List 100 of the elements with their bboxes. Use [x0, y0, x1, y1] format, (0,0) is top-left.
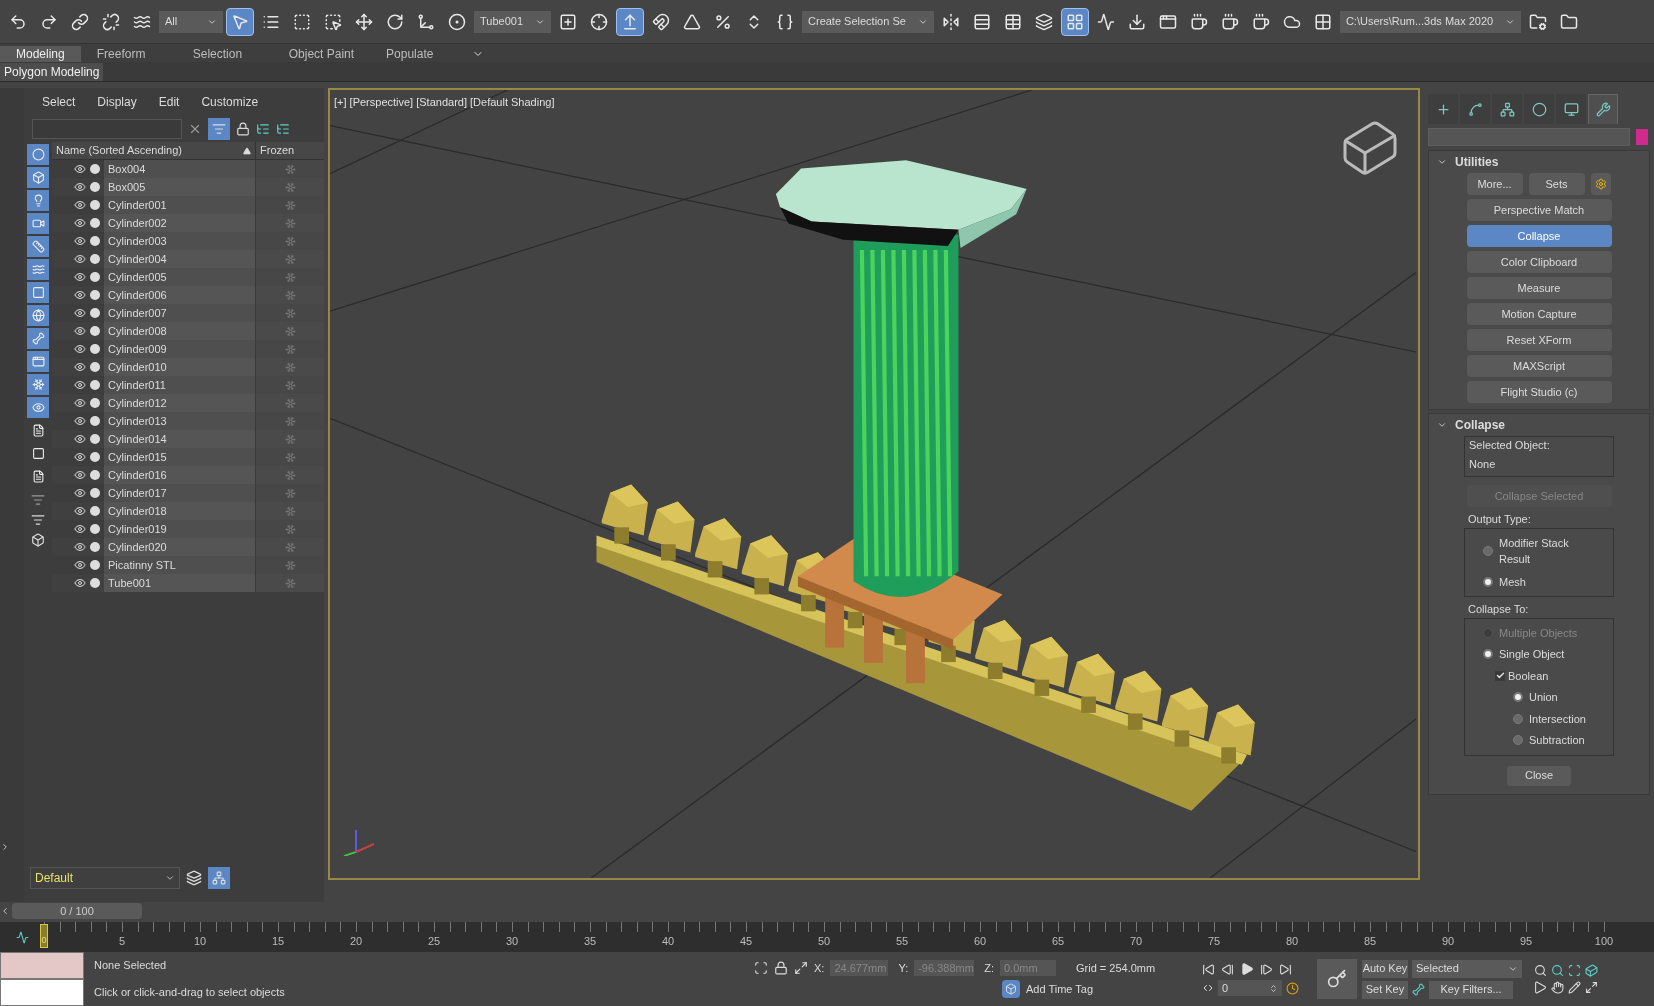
checkbox[interactable]	[1495, 670, 1505, 681]
menu-item[interactable]: Display	[97, 93, 137, 111]
radio-button[interactable]	[1483, 546, 1493, 556]
panel-tab[interactable]	[1492, 94, 1522, 124]
table-cell[interactable]: Cylinder012	[104, 394, 256, 412]
filter-toggle[interactable]	[27, 328, 49, 349]
go-to-end-icon[interactable]	[1279, 962, 1292, 976]
utility-button[interactable]: Measure	[1466, 277, 1612, 299]
table-cell[interactable]: Cylinder013	[104, 412, 256, 430]
eye-icon[interactable]	[74, 163, 86, 175]
zoom-extents-icon[interactable]	[1568, 964, 1581, 977]
viewport[interactable]: [+] [Perspective] [Standard] [Default Shading]	[328, 88, 1420, 880]
dropdown[interactable]: Create Selection Se	[802, 10, 934, 33]
set-key-button[interactable]	[1317, 959, 1357, 999]
box-icon[interactable]	[31, 533, 45, 547]
eye-icon[interactable]	[74, 343, 86, 355]
auto-key-button[interactable]: Auto Key	[1362, 959, 1408, 978]
time-slider-thumb[interactable]: 0 / 100	[12, 903, 142, 919]
column-header[interactable]: Frozen	[256, 142, 324, 159]
dropdown[interactable]: Tube001	[474, 10, 552, 33]
lock-icon[interactable]	[774, 961, 788, 975]
radio-button[interactable]	[1513, 713, 1523, 724]
table-cell[interactable]: Cylinder018	[104, 502, 256, 520]
table-cell[interactable]: Cylinder009	[104, 340, 256, 358]
zoom-all-icon[interactable]	[1551, 964, 1564, 977]
utility-button[interactable]: Color Clipboard	[1466, 251, 1612, 273]
table-cell[interactable]: Cylinder004	[104, 250, 256, 268]
table-cell[interactable]: Cylinder019	[104, 520, 256, 538]
dropdown[interactable]: All	[159, 10, 223, 33]
eye-icon[interactable]	[74, 397, 86, 409]
utility-button[interactable]: Motion Capture	[1466, 303, 1612, 325]
eye-icon[interactable]	[74, 541, 86, 553]
viewport-label[interactable]: [+] [Perspective] [Standard] [Default Shading]	[334, 94, 555, 111]
zoom-icon[interactable]	[1534, 964, 1547, 977]
filter-toggle[interactable]	[27, 397, 49, 418]
utility-button[interactable]: Flight Studio (c)	[1466, 381, 1612, 403]
table-cell[interactable]: Cylinder011	[104, 376, 256, 394]
hierarchy-button[interactable]	[208, 867, 230, 889]
time-slider-track[interactable]: 0 / 100	[12, 903, 1592, 919]
eye-icon[interactable]	[74, 433, 86, 445]
time-thumb[interactable]: 0	[40, 924, 48, 948]
eye-icon[interactable]	[74, 199, 86, 211]
table-cell[interactable]: Cylinder008	[104, 322, 256, 340]
hierarchy-icon[interactable]	[276, 122, 290, 136]
table-cell[interactable]: Cylinder005	[104, 268, 256, 286]
funnel-icon[interactable]	[31, 513, 45, 527]
eye-icon[interactable]	[74, 271, 86, 283]
utility-button[interactable]: MAXScript	[1466, 355, 1612, 377]
ribbon-tab[interactable]: Object Paint	[272, 46, 371, 62]
eye-icon[interactable]	[74, 379, 86, 391]
table-cell[interactable]: Tube001	[104, 574, 256, 592]
sets-button[interactable]: Sets	[1528, 173, 1585, 195]
filter-toggle[interactable]	[27, 190, 49, 211]
utility-button[interactable]: Reset XForm	[1466, 329, 1612, 351]
table-cell[interactable]: Cylinder002	[104, 214, 256, 232]
more-button[interactable]: More...	[1466, 173, 1523, 195]
eye-icon[interactable]	[74, 361, 86, 373]
toolbar-button[interactable]	[616, 7, 645, 36]
transform-mode-icon[interactable]	[794, 961, 808, 975]
panel-tab[interactable]	[1524, 94, 1554, 124]
eye-icon[interactable]	[74, 415, 86, 427]
table-cell[interactable]: Cylinder003	[104, 232, 256, 250]
filter-toggle[interactable]	[27, 236, 49, 257]
name-field[interactable]	[1428, 128, 1630, 146]
filter-toggle[interactable]	[27, 213, 49, 234]
ribbon-tab[interactable]: Freeform	[80, 46, 177, 62]
eye-icon[interactable]	[74, 253, 86, 265]
add-time-tag-text[interactable]: Add Time Tag	[1026, 981, 1094, 998]
filter-toggle[interactable]	[27, 305, 49, 326]
eye-icon[interactable]	[74, 289, 86, 301]
eye-icon[interactable]	[74, 469, 86, 481]
ribbon-tab[interactable]: Selection	[176, 46, 273, 62]
filter-toggle[interactable]	[27, 167, 49, 188]
eye-icon[interactable]	[74, 559, 86, 571]
table-cell[interactable]: Box004	[104, 160, 256, 178]
eye-icon[interactable]	[74, 325, 86, 337]
go-to-start-icon[interactable]	[1202, 962, 1215, 976]
funnel-icon[interactable]	[31, 493, 45, 507]
panel-tab[interactable]	[1588, 94, 1618, 124]
eye-icon[interactable]	[74, 235, 86, 247]
menu-item[interactable]: Select	[42, 93, 76, 111]
set-key-text-button[interactable]: Set Key	[1362, 980, 1408, 999]
ribbon-tab[interactable]: Modeling	[0, 46, 81, 62]
pan-icon[interactable]	[1551, 981, 1564, 994]
radio-button[interactable]	[1483, 576, 1493, 587]
layer-dropdown[interactable]: Default	[30, 867, 180, 889]
previous-icon[interactable]	[0, 906, 10, 916]
table-cell[interactable]: Picatinny STL	[104, 556, 256, 574]
color-swatch[interactable]	[1636, 129, 1648, 145]
filter-toggle[interactable]	[27, 259, 49, 280]
eye-icon[interactable]	[74, 451, 86, 463]
script-listener-field[interactable]	[0, 979, 84, 1006]
table-cell[interactable]: Cylinder016	[104, 466, 256, 484]
key-filters-button[interactable]: Key Filters...	[1429, 980, 1513, 999]
eye-icon[interactable]	[74, 487, 86, 499]
panel-tab[interactable]	[1556, 94, 1586, 124]
table-cell[interactable]: Cylinder010	[104, 358, 256, 376]
filter-toggle[interactable]	[27, 374, 49, 395]
curve-icon[interactable]	[15, 930, 29, 944]
ribbon-tab[interactable]: Populate	[370, 46, 467, 62]
